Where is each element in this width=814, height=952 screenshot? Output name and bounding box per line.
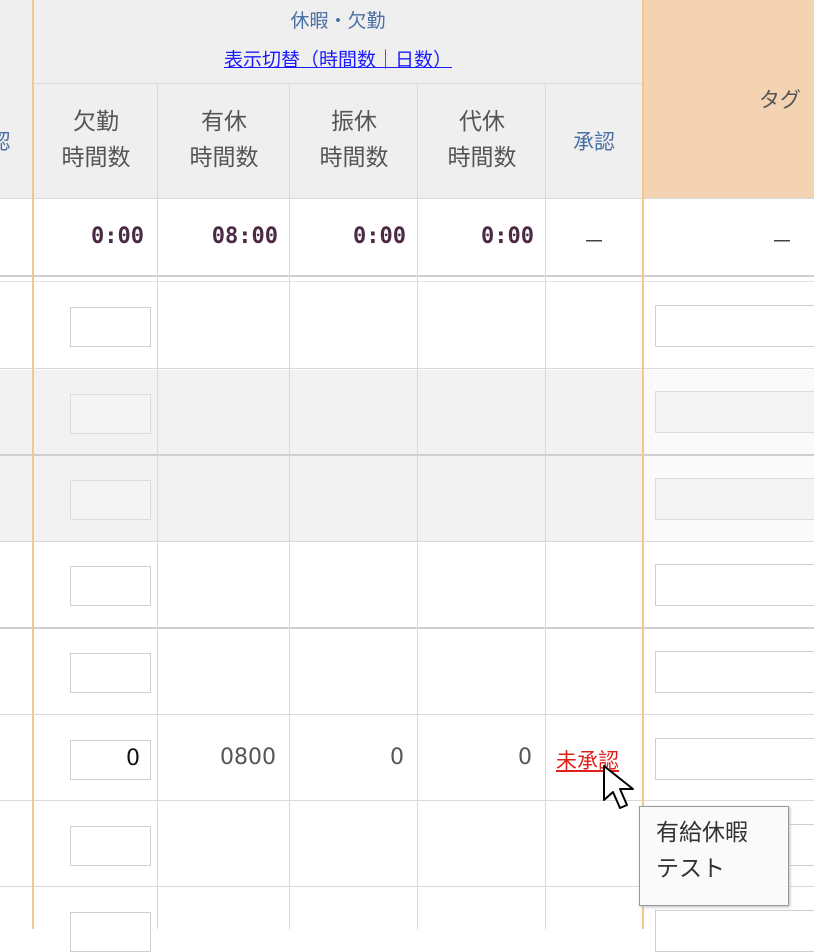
- paid-leave-hours-value: 0800: [220, 745, 276, 770]
- grid-line: [0, 541, 814, 542]
- absence-hours-input[interactable]: [70, 912, 151, 952]
- header-absence-line1: 欠勤: [73, 109, 119, 135]
- grid-line: [0, 714, 814, 715]
- tag-input[interactable]: [655, 305, 814, 347]
- transfer-hours-value: 0: [390, 745, 404, 770]
- grid-line: [0, 368, 814, 369]
- toggle-display-link[interactable]: 表示切替（時間数｜日数）: [34, 45, 642, 76]
- section-divider: [32, 0, 34, 929]
- header-paid-leave-hours: 有休 時間数: [158, 104, 290, 176]
- tag-input[interactable]: [655, 738, 814, 780]
- grid-line: [0, 454, 814, 456]
- grid-line: [157, 83, 158, 929]
- header-compensatory-hours: 代休 時間数: [418, 104, 546, 176]
- grid-line: [0, 281, 814, 282]
- tag-input[interactable]: [655, 478, 814, 520]
- header-compensatory-line2: 時間数: [447, 145, 517, 171]
- header-transfer-line2: 時間数: [319, 145, 389, 171]
- tooltip-line2: テスト: [656, 856, 725, 882]
- header-absence-hours: 欠勤 時間数: [34, 104, 158, 176]
- header-transfer-hours: 振休 時間数: [290, 104, 418, 176]
- tag-input[interactable]: [655, 651, 814, 693]
- group-title: 休暇・欠勤: [290, 10, 386, 32]
- summary-absence: 0:00: [91, 224, 144, 249]
- tag-input[interactable]: [655, 564, 814, 606]
- absence-hours-input[interactable]: [70, 653, 151, 693]
- header-transfer-line1: 振休: [331, 109, 377, 135]
- absence-hours-input[interactable]: [70, 307, 151, 347]
- grid-line: [0, 198, 814, 199]
- summary-paid-leave: 08:00: [211, 224, 278, 249]
- tooltip-line1: 有給休暇: [656, 820, 748, 846]
- grid-line: [545, 83, 546, 929]
- summary-transfer: 0:00: [353, 224, 406, 249]
- header-tag: タグ: [759, 88, 801, 112]
- header-absence-line2: 時間数: [61, 145, 131, 171]
- header-approval: 承認: [573, 130, 615, 154]
- header-paid-leave-line1: 有休: [201, 109, 247, 135]
- summary-approval: －: [582, 230, 605, 255]
- grid-line: [417, 83, 418, 929]
- summary-compensatory: 0:00: [481, 224, 534, 249]
- tag-input[interactable]: [655, 391, 814, 433]
- absence-hours-input[interactable]: 0: [70, 740, 151, 780]
- compensatory-hours-value: 0: [518, 745, 532, 770]
- header-paid-leave-line2: 時間数: [189, 145, 259, 171]
- absence-hours-input[interactable]: [70, 480, 151, 520]
- grid-line: [0, 800, 814, 801]
- grid-line: [34, 83, 642, 84]
- header-compensatory-line1: 代休: [459, 109, 505, 135]
- mouse-cursor-icon: [603, 765, 634, 809]
- grid-line: [0, 627, 814, 629]
- summary-tag: －: [770, 230, 793, 255]
- absence-hours-input[interactable]: [70, 566, 151, 606]
- toggle-display-link-text[interactable]: 表示切替（時間数｜日数）: [224, 49, 452, 71]
- tooltip: 有給休暇 テスト: [639, 806, 789, 906]
- tag-input[interactable]: [655, 910, 814, 952]
- left-approval-header-partial: 認: [0, 124, 14, 160]
- absence-hours-input[interactable]: [70, 826, 151, 866]
- grid-line: [289, 83, 290, 929]
- grid-line: [0, 275, 814, 277]
- absence-hours-input[interactable]: [70, 394, 151, 434]
